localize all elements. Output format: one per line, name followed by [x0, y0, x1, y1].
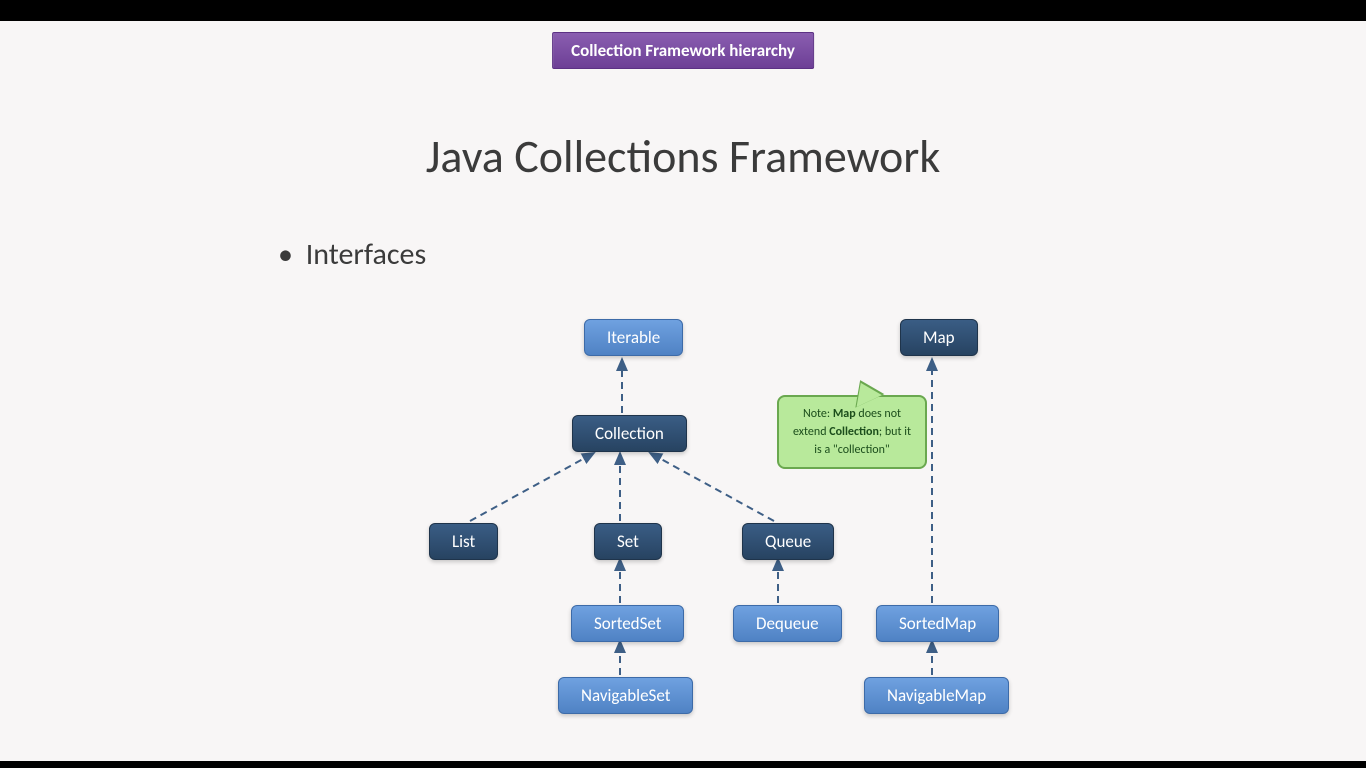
node-sortedmap: SortedMap [876, 605, 999, 642]
node-list: List [429, 523, 498, 560]
node-navigableset: NavigableSet [558, 677, 693, 714]
node-collection: Collection [572, 415, 687, 452]
callout-text-1: Note: [803, 407, 833, 421]
node-iterable: Iterable [584, 319, 683, 356]
callout-map-note: Note: Map does not extend Collection; bu… [777, 395, 927, 469]
node-set: Set [594, 523, 662, 560]
callout-bold-collection: Collection [829, 425, 879, 439]
callout-bold-map: Map [833, 407, 856, 421]
main-title: Java Collections Framework [0, 129, 1366, 185]
node-dequeue: Dequeue [733, 605, 842, 642]
node-queue: Queue [742, 523, 834, 560]
node-sortedset: SortedSet [571, 605, 684, 642]
header-banner: Collection Framework hierarchy [552, 32, 814, 69]
bullet-interfaces: Interfaces [300, 236, 426, 273]
node-navigablemap: NavigableMap [864, 677, 1009, 714]
slide: Collection Framework hierarchy Java Coll… [0, 21, 1366, 761]
diagram-container: Iterable Collection List Set Queue Sorte… [0, 301, 1366, 761]
node-map: Map [900, 319, 978, 356]
